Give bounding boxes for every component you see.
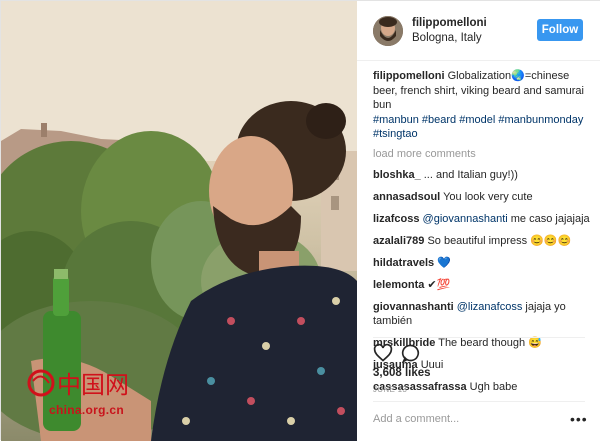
comment-item: bloshka_ ... and Italian guy!)): [373, 168, 593, 182]
comment-item: annasadsoul You look very cute: [373, 190, 593, 204]
china-org-logo-icon: 中国网: [27, 369, 127, 399]
divider: [373, 401, 585, 402]
comment-mention[interactable]: @lizanafcoss: [457, 301, 523, 313]
comment-item: giovannashanti @lizanafcoss jajaja yo ta…: [373, 300, 593, 328]
caption-username[interactable]: filippomelloni: [373, 70, 445, 82]
comment-text: So beautiful impress 😊😊😊: [427, 234, 572, 247]
comment-username[interactable]: giovannashanti: [373, 301, 454, 313]
comment-username[interactable]: azalali789: [373, 235, 424, 247]
username-link[interactable]: filippomelloni: [412, 17, 487, 29]
comment-mention[interactable]: @giovannashanti: [423, 213, 508, 225]
post-photo[interactable]: 中国网 china.org.cn: [1, 1, 357, 441]
comment-text: Ugh babe: [469, 380, 518, 393]
follow-button[interactable]: Follow: [537, 19, 583, 41]
comment-item: azalali789 So beautiful impress 😊😊😊: [373, 234, 593, 248]
divider: [373, 337, 585, 338]
comment-username[interactable]: annasadsoul: [373, 191, 440, 203]
avatar-image: [373, 16, 403, 46]
load-more-comments-link[interactable]: load more comments: [373, 148, 593, 160]
comment-bubble-icon[interactable]: [401, 343, 421, 364]
comment-text: me caso jajajaja: [510, 212, 590, 225]
watermark-text: china.org.cn: [49, 403, 124, 417]
post-side-panel: filippomelloni Bologna, Italy Follow fil…: [357, 1, 600, 441]
likes-count[interactable]: 3,608 likes: [373, 367, 431, 379]
post-window: 中国网 china.org.cn filippomelloni Bologna,…: [0, 0, 600, 441]
comment-text: ... and Italian guy!)): [423, 168, 518, 181]
post-date: JUNE 13: [373, 385, 408, 394]
comment-item: lizafcoss @giovannashanti me caso jajaja…: [373, 212, 593, 226]
heart-icon[interactable]: [373, 343, 393, 363]
watermark-logo-text: 中国网: [57, 371, 127, 399]
comment-username[interactable]: lelemonta: [373, 279, 424, 291]
comment-item: lelemonta ✔💯: [373, 278, 593, 292]
caption-hashtags[interactable]: #manbun #beard #model #manbunmonday #tsi…: [373, 113, 593, 142]
more-options-button[interactable]: •••: [570, 411, 588, 427]
comment-item: hildatravels 💙: [373, 256, 593, 270]
post-actions: [373, 343, 593, 365]
post-caption: filippomelloni Globalization🌏=chinese be…: [373, 69, 593, 142]
add-comment-input[interactable]: Add a comment...: [373, 413, 533, 425]
post-header: filippomelloni Bologna, Italy Follow: [357, 1, 600, 61]
comment-text: 💙: [437, 256, 451, 269]
comment-username[interactable]: lizafcoss: [373, 213, 419, 225]
location-link[interactable]: Bologna, Italy: [412, 32, 482, 44]
watermark-logo: 中国网 china.org.cn: [27, 361, 127, 427]
avatar[interactable]: [373, 16, 403, 46]
comment-text: ✔💯: [427, 278, 451, 291]
comment-text: You look very cute: [443, 190, 533, 203]
comment-username[interactable]: bloshka_: [373, 169, 421, 181]
comment-username[interactable]: hildatravels: [373, 257, 434, 269]
